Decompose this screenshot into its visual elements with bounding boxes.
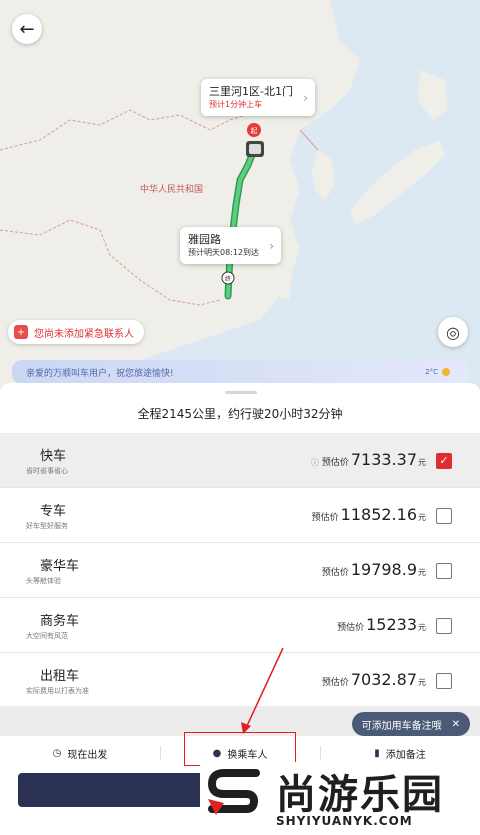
highlight-box <box>184 732 296 766</box>
back-arrow-icon: ← <box>19 18 35 40</box>
emergency-contact-banner[interactable]: + 您尚未添加紧急联系人 <box>8 320 144 344</box>
checkbox[interactable] <box>436 618 452 634</box>
car-name: 商务车 <box>40 614 80 629</box>
temperature: 2°C <box>425 368 438 376</box>
remark-tip: 可添加用车备注哦 ✕ <box>351 712 470 736</box>
currency: 元 <box>418 568 426 577</box>
currency: 元 <box>418 458 426 467</box>
sun-icon <box>442 368 450 376</box>
option-label: 添加备注 <box>385 749 426 761</box>
clock-icon: ◷ <box>52 747 62 759</box>
emergency-text: 您尚未添加紧急联系人 <box>34 328 134 340</box>
locate-button[interactable]: ◎ <box>438 317 468 347</box>
price: 预估价 15233 元 <box>337 615 426 634</box>
checkbox-checked[interactable]: ✓ <box>436 453 452 469</box>
close-icon[interactable]: ✕ <box>452 719 460 730</box>
locate-icon: ◎ <box>446 322 460 342</box>
car-desc: 好车型好服务 <box>26 522 68 530</box>
currency: 元 <box>418 513 426 522</box>
car-desc: 实际费用以打表为准 <box>26 687 89 695</box>
price-label: 预估价 <box>321 458 349 468</box>
back-button[interactable]: ← <box>12 14 42 44</box>
country-label: 中华人民共和国 <box>140 183 203 195</box>
chevron-right-icon: › <box>303 90 308 105</box>
checkbox[interactable] <box>436 673 452 689</box>
checkbox[interactable] <box>436 563 452 579</box>
watermark-logo-icon <box>207 769 260 815</box>
price-value: 15233 <box>366 615 417 634</box>
tip-text: 可添加用车备注哦 <box>361 720 442 732</box>
shield-icon: + <box>14 325 28 339</box>
pickup-title: 三里河1区-北1门 <box>209 85 293 98</box>
car-desc: 省时省事省心 <box>26 467 68 475</box>
price: 预估价 11852.16 元 <box>312 505 426 524</box>
price: ⓘ 预估价 7133.37 元 <box>311 450 426 469</box>
watermark: 尚游乐园 SHYIYUANYK.COM <box>200 762 480 835</box>
watermark-domain: SHYIYUANYK.COM <box>276 814 413 828</box>
info-icon[interactable]: ⓘ <box>311 457 319 468</box>
car-name: 豪华车 <box>40 559 80 574</box>
price-value: 19798.9 <box>350 560 417 579</box>
svg-text:起: 起 <box>251 127 258 135</box>
map-view[interactable]: 中华人民共和国 起 终 ← 三里河1区-北1门 预计1分钟上车 › 雅园路 预计… <box>0 0 480 390</box>
greeting-banner: 亲爱的万顺叫车用户，祝您旅途愉快! 2°C <box>12 360 468 384</box>
car-name: 快车 <box>40 449 67 464</box>
price: 预估价 7032.87 元 <box>322 670 426 689</box>
depart-now-button[interactable]: ◷ 现在出发 <box>0 738 160 768</box>
car-desc: 大空间有风范 <box>26 632 68 640</box>
watermark-name: 尚游乐园 <box>276 772 444 818</box>
option-label: 现在出发 <box>67 749 108 761</box>
price-label: 预估价 <box>321 678 349 688</box>
via-bubble[interactable]: 雅园路 预计明天08:12到达 › <box>180 227 282 264</box>
checkbox[interactable] <box>436 508 452 524</box>
pickup-bubble[interactable]: 三里河1区-北1门 预计1分钟上车 › <box>201 79 315 116</box>
price-label: 预估价 <box>337 623 365 633</box>
price-label: 预估价 <box>311 513 339 523</box>
currency: 元 <box>418 678 426 687</box>
price-value: 7032.87 <box>350 670 417 689</box>
car-option-row[interactable]: 商务车 大空间有风范 预估价 15233 元 <box>0 598 480 653</box>
price-label: 预估价 <box>321 568 349 578</box>
car-desc: 头等舱体验 <box>26 577 61 585</box>
car-name: 专车 <box>40 504 67 519</box>
price-value: 7133.37 <box>350 450 417 469</box>
car-option-row[interactable]: 出租车 实际费用以打表为准 预估价 7032.87 元 <box>0 653 480 708</box>
via-title: 雅园路 <box>188 233 221 246</box>
car-type-list: 快车 省时省事省心 ⓘ 预估价 7133.37 元 ✓ 专车 好车型好服务 预估… <box>0 433 480 708</box>
car-option-row[interactable]: 专车 好车型好服务 预估价 11852.16 元 <box>0 488 480 543</box>
via-eta: 预计明天08:12到达 <box>188 248 260 257</box>
price: 预估价 19798.9 元 <box>322 560 426 579</box>
car-option-row[interactable]: 快车 省时省事省心 ⓘ 预估价 7133.37 元 ✓ <box>0 433 480 488</box>
currency: 元 <box>418 623 426 632</box>
price-value: 11852.16 <box>340 505 417 524</box>
greeting-text: 亲爱的万顺叫车用户，祝您旅途愉快! <box>26 368 174 379</box>
car-option-row[interactable]: 豪华车 头等舱体验 预估价 19798.9 元 <box>0 543 480 598</box>
car-name: 出租车 <box>40 669 80 684</box>
trip-summary: 全程2145公里，约行驶20小时32分钟 <box>137 407 343 421</box>
chevron-right-icon: › <box>269 238 275 253</box>
bookmark-icon: ▮ <box>374 747 380 759</box>
drag-handle[interactable] <box>225 391 257 394</box>
svg-text:终: 终 <box>225 275 231 283</box>
pickup-eta: 预计1分钟上车 <box>209 100 263 109</box>
